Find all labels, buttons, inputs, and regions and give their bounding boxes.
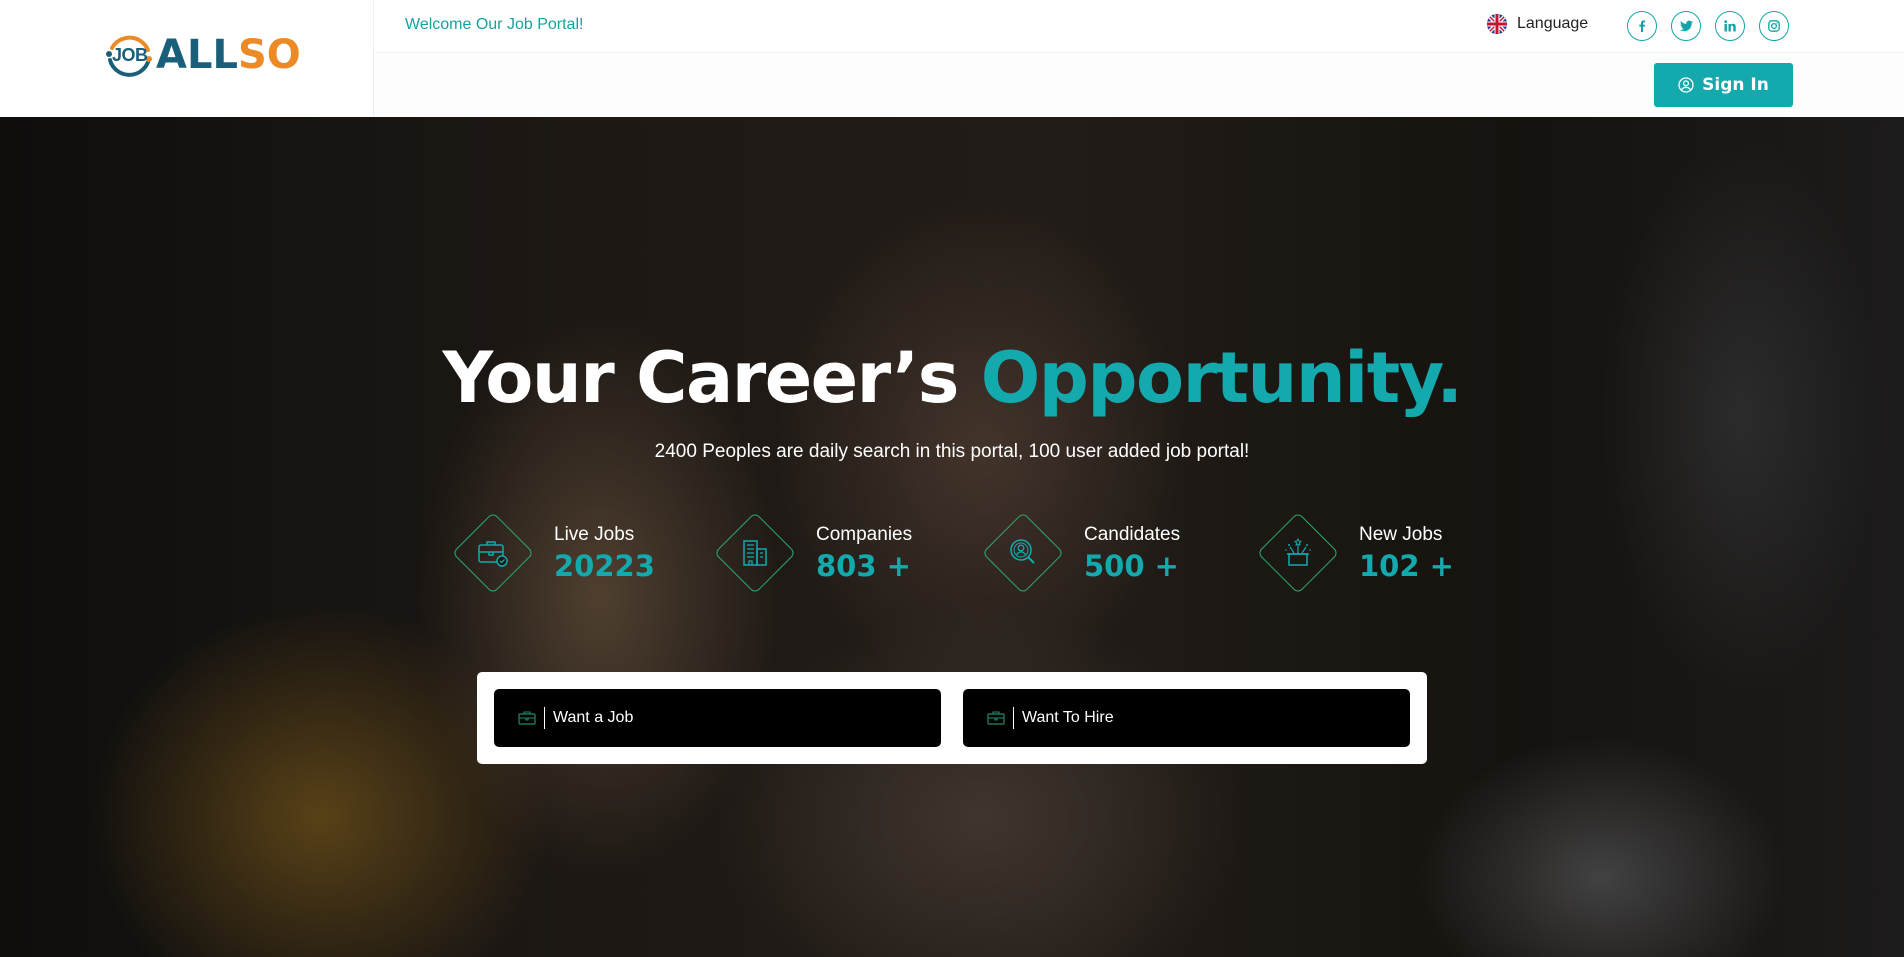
logo[interactable]: JOB ALLSO — [104, 30, 301, 80]
divider — [1013, 707, 1014, 729]
hero-subtitle: 2400 Peoples are daily search in this po… — [654, 441, 1250, 462]
want-to-hire-label: Want To Hire — [1022, 709, 1114, 726]
briefcase-check-icon — [451, 511, 535, 595]
uk-flag-icon — [1487, 14, 1507, 34]
sign-in-button[interactable]: Sign In — [1654, 63, 1793, 107]
logo-area: JOB ALLSO — [0, 0, 374, 117]
stat-label: Live Jobs — [554, 523, 635, 545]
want-a-job-button[interactable]: Want a Job — [494, 689, 941, 747]
linkedin-icon[interactable] — [1715, 11, 1745, 41]
language-label: Language — [1517, 15, 1589, 32]
stat-candidates: Candidates 500 + — [981, 511, 1181, 595]
stat-companies: Companies 803 + — [713, 511, 913, 595]
hero-title-main: Your Career’s — [442, 337, 960, 419]
want-a-job-label: Want a Job — [553, 709, 634, 726]
candidate-search-icon — [981, 511, 1065, 595]
sign-in-label: Sign In — [1702, 75, 1769, 95]
stat-value: 803 + — [816, 548, 911, 583]
logo-all: ALL — [156, 32, 238, 78]
logo-job-text: JOB — [112, 45, 148, 65]
site-header: JOB ALLSO Welcome Our Job Portal! Langua… — [0, 0, 1904, 117]
stat-label: Companies — [816, 523, 913, 545]
top-bar: Welcome Our Job Portal! Language — [375, 0, 1904, 53]
stat-label: New Jobs — [1359, 523, 1443, 545]
divider — [544, 707, 545, 729]
hero-section: Your Career’s Opportunity. 2400 Peoples … — [0, 117, 1904, 957]
building-icon — [713, 511, 797, 595]
language-selector[interactable]: Language — [1487, 14, 1588, 34]
facebook-icon[interactable] — [1627, 11, 1657, 41]
instagram-icon[interactable] — [1759, 11, 1789, 41]
briefcase-icon — [518, 711, 536, 725]
stat-label: Candidates — [1084, 523, 1181, 545]
user-circle-icon — [1678, 77, 1694, 93]
nav-bar: Sign In — [375, 54, 1904, 117]
stat-value: 102 + — [1359, 548, 1454, 583]
logo-ring-icon: JOB — [104, 30, 154, 80]
twitter-icon[interactable] — [1671, 11, 1701, 41]
logo-wordmark: ALLSO — [156, 35, 301, 75]
briefcase-icon — [987, 711, 1005, 725]
stat-value: 500 + — [1084, 548, 1179, 583]
social-links — [1627, 11, 1789, 41]
stat-value: 20223 — [554, 548, 655, 583]
hero-title-accent: Opportunity. — [980, 337, 1463, 419]
stat-new-jobs: New Jobs 102 + — [1256, 511, 1454, 595]
hero-title: Your Career’s Opportunity. — [0, 337, 1904, 419]
logo-so: SO — [237, 32, 301, 78]
welcome-text: Welcome Our Job Portal! — [405, 16, 584, 33]
stat-live-jobs: Live Jobs 20223 — [451, 511, 655, 595]
role-selector-box: Want a Job Want To Hire — [477, 672, 1427, 764]
want-to-hire-button[interactable]: Want To Hire — [963, 689, 1410, 747]
gift-box-icon — [1256, 511, 1340, 595]
